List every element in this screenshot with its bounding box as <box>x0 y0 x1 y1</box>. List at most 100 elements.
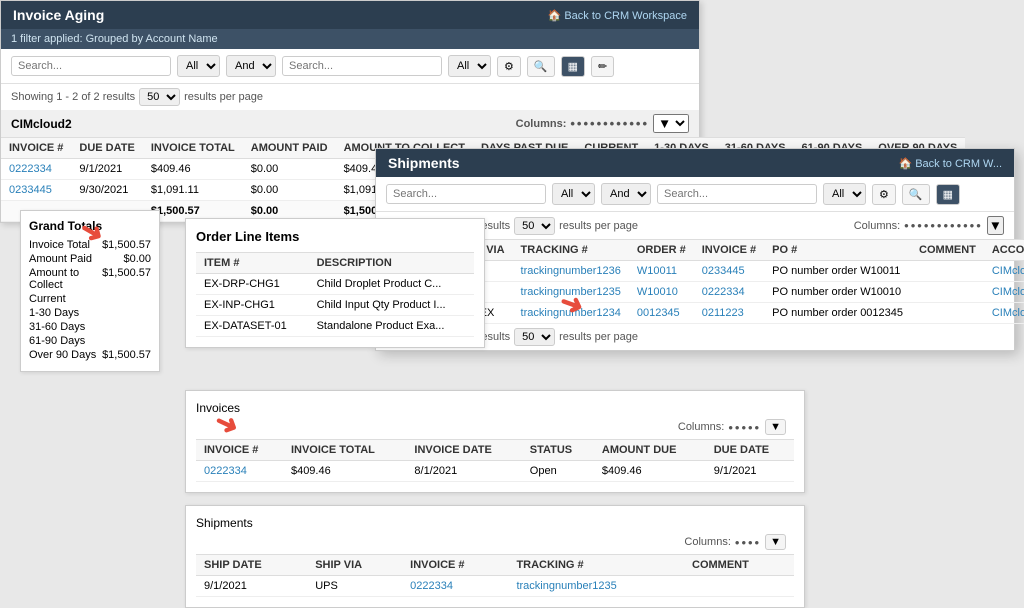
gt-row-over-90: Over 90 Days$1,500.57 <box>29 349 151 361</box>
columns-control: Columns: •••••••••••• ▼ <box>516 114 689 133</box>
invoice-link-s1[interactable]: 0233445 <box>702 265 745 277</box>
shipments-filter-icon[interactable]: ⚙ <box>872 184 896 205</box>
col-invoice-num: INVOICE # <box>196 440 283 461</box>
shipments-bottom-table: SHIP DATE SHIP VIA INVOICE # TRACKING # … <box>196 554 794 597</box>
per-page-select[interactable]: 50 <box>139 88 180 106</box>
gt-row-amount-paid: Amount Paid$0.00 <box>29 253 151 265</box>
invoice-link-s3[interactable]: 0211223 <box>702 307 744 319</box>
panel-title: Invoice Aging <box>13 7 104 23</box>
shipments-subpanel: Shipments Columns: •••• ▼ SHIP DATE SHIP… <box>185 505 805 608</box>
edit-icon[interactable]: ✏ <box>591 56 614 77</box>
shipments-columns-btn[interactable]: ▼ <box>765 534 786 550</box>
col-inv-date: INVOICE DATE <box>406 440 521 461</box>
shipments-back-link[interactable]: 🏠 Back to CRM W... <box>898 157 1002 170</box>
back-to-crm-link[interactable]: 🏠 Back to CRM Workspace <box>548 9 687 22</box>
col-invoice-total: INVOICE TOTAL <box>143 138 243 159</box>
shipments-dropdown-2[interactable]: All <box>823 183 866 205</box>
col-account: ACCOUNT NAME <box>984 240 1024 261</box>
col-order: ORDER # <box>629 240 694 261</box>
shipments-columns-dropdown[interactable]: ▼ <box>987 216 1004 235</box>
invoice-subpanel-link[interactable]: 0222334 <box>204 465 247 477</box>
order-link-1[interactable]: W10011 <box>637 265 677 277</box>
invoices-columns-btn[interactable]: ▼ <box>765 419 786 435</box>
order-line-items-title: Order Line Items <box>196 229 474 244</box>
table-row: EX-DRP-CHG1 Child Droplet Product C... <box>196 274 474 295</box>
order-line-items-table: ITEM # DESCRIPTION EX-DRP-CHG1 Child Dro… <box>196 252 474 337</box>
search-toolbar: All And All ⚙ 🔍 ▦ ✏ <box>1 49 699 84</box>
col-item: ITEM # <box>196 253 309 274</box>
col-amount-due: AMOUNT DUE <box>594 440 706 461</box>
shipments-bottom-title: Shipments <box>196 516 794 530</box>
shipments-columns-dots: •••••••••••• <box>904 218 983 233</box>
col-po: PO # <box>764 240 911 261</box>
panel-header: Invoice Aging 🏠 Back to CRM Workspace <box>1 1 699 29</box>
invoices-table: INVOICE # INVOICE TOTAL INVOICE DATE STA… <box>196 439 794 482</box>
shipments-title: Shipments <box>388 155 460 171</box>
col-comment: COMMENT <box>911 240 984 261</box>
col-tracking: TRACKING # <box>508 555 684 576</box>
col-inv-num: INVOICE # <box>402 555 508 576</box>
col-due-date: DUE DATE <box>71 138 142 159</box>
search-icon[interactable]: 🔍 <box>527 56 555 77</box>
col-comment: COMMENT <box>684 555 794 576</box>
account-link-3[interactable]: CIMcloud2 (00-WSP100) <box>992 307 1024 319</box>
gt-row-amount-collect: Amount to Collect$1,500.57 <box>29 267 151 291</box>
tracking-link-1[interactable]: trackingnumber1236 <box>521 265 621 277</box>
shipments-columns-label: Columns: <box>854 220 900 232</box>
order-line-items-panel: Order Line Items ITEM # DESCRIPTION EX-D… <box>185 218 485 348</box>
shipments-footer-per-page[interactable]: 50 <box>514 328 555 346</box>
order-link-3[interactable]: 0012345 <box>637 307 680 319</box>
filter-bar: 1 filter applied: Grouped by Account Nam… <box>1 29 699 49</box>
filter-icon[interactable]: ⚙ <box>497 56 521 77</box>
table-row: EX-INP-CHG1 Child Input Qty Product I... <box>196 295 474 316</box>
gt-row-1-30: 1-30 Days <box>29 307 151 319</box>
col-amount-paid: AMOUNT PAID <box>243 138 336 159</box>
shipments-columns-control: Columns: •••• ▼ <box>196 530 794 554</box>
col-invoice: INVOICE # <box>694 240 764 261</box>
connector-dropdown[interactable]: And <box>226 55 276 77</box>
shipments-dropdown-1[interactable]: All <box>552 183 595 205</box>
table-row: 9/1/2021 UPS 0222334 trackingnumber1235 <box>196 576 794 597</box>
gt-row-61-90: 61-90 Days <box>29 335 151 347</box>
invoice-link-1[interactable]: 0222334 <box>9 163 52 175</box>
gt-row-31-60: 31-60 Days <box>29 321 151 333</box>
shipments-search-icon[interactable]: 🔍 <box>902 184 930 205</box>
invoice-link-2[interactable]: 0233445 <box>9 184 52 196</box>
account-link-2[interactable]: CIMcloud2 (00-WSP100) <box>992 286 1024 298</box>
invoices-title: Invoices <box>196 401 794 415</box>
order-link-2[interactable]: W10010 <box>637 286 678 298</box>
gt-row-current: Current <box>29 293 151 305</box>
col-due-date: DUE DATE <box>706 440 794 461</box>
shipment-invoice-link[interactable]: 0222334 <box>410 580 453 592</box>
shipments-search-2[interactable] <box>657 184 817 204</box>
col-tracking: TRACKING # <box>513 240 629 261</box>
shipments-per-page[interactable]: 50 <box>514 217 555 235</box>
invoices-subpanel: Invoices Columns: ••••• ▼ INVOICE # INVO… <box>185 390 805 493</box>
shipment-tracking-link[interactable]: trackingnumber1235 <box>516 580 616 592</box>
col-desc: DESCRIPTION <box>309 253 474 274</box>
col-invoice: INVOICE # <box>1 138 71 159</box>
invoice-link-s2[interactable]: 0222334 <box>702 286 745 298</box>
table-row: 0222334 $409.46 8/1/2021 Open $409.46 9/… <box>196 461 794 482</box>
dropdown-1[interactable]: All <box>177 55 220 77</box>
col-inv-total: INVOICE TOTAL <box>283 440 406 461</box>
shipments-search-1[interactable] <box>386 184 546 204</box>
dropdown-2[interactable]: All <box>448 55 491 77</box>
shipments-toolbar: All And All ⚙ 🔍 ▦ <box>376 177 1014 212</box>
search-input-2[interactable] <box>282 56 442 76</box>
columns-dropdown[interactable]: ▼ <box>653 114 689 133</box>
search-input-1[interactable] <box>11 56 171 76</box>
shipments-grid-icon[interactable]: ▦ <box>936 184 960 205</box>
columns-dots: •••••••••••• <box>570 116 649 131</box>
group-name: CIMcloud2 <box>11 117 72 131</box>
shipments-header: Shipments 🏠 Back to CRM W... <box>376 149 1014 177</box>
group-header: CIMcloud2 Columns: •••••••••••• ▼ <box>1 110 699 137</box>
account-link-1[interactable]: CIMcloud2 (00-WSP100) <box>992 265 1024 277</box>
grid-icon[interactable]: ▦ <box>561 56 585 77</box>
col-status: STATUS <box>522 440 594 461</box>
invoices-columns-control: Columns: ••••• ▼ <box>196 415 794 439</box>
col-ship-via: SHIP VIA <box>307 555 402 576</box>
table-row: EX-DATASET-01 Standalone Product Exa... <box>196 316 474 337</box>
shipments-connector[interactable]: And <box>601 183 651 205</box>
col-ship-date: SHIP DATE <box>196 555 307 576</box>
